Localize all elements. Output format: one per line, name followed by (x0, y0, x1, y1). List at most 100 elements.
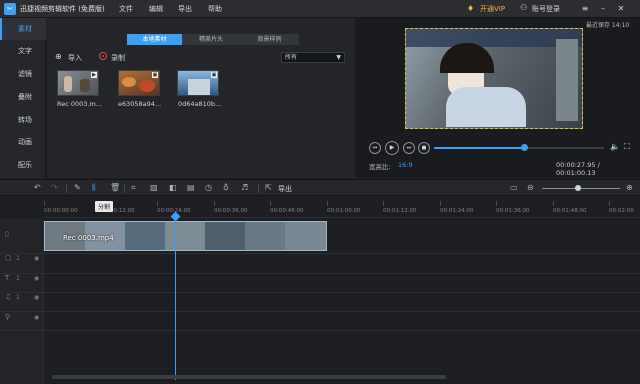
thumbnail-dish (139, 80, 155, 92)
clip-frame (205, 222, 245, 250)
sidebar-item-material[interactable]: 素材 (0, 18, 46, 40)
clip-frame (125, 222, 165, 250)
ruler-tick (157, 201, 158, 206)
record-icon[interactable] (99, 52, 107, 60)
chevron-down-icon: ▼ (336, 54, 341, 61)
zoom-in-icon[interactable]: ⊕ (626, 183, 633, 192)
ruler-tick (327, 201, 328, 206)
zoom-slider[interactable] (542, 185, 620, 191)
edit-toolbar: ↶ ↷ ✎ ⫼ 🗑 ⌗ ▨ ◧ ▤ ◷ ♁ ♬ ⇱ 导出 ▭ ⊖ ⊕ (0, 179, 640, 196)
track-divider (0, 273, 640, 274)
split-icon[interactable]: ⫼ (92, 183, 96, 193)
filter-value: 所有 (285, 54, 298, 61)
speaker-icon[interactable]: ◉ (34, 294, 39, 301)
media-thumbnail-food[interactable]: ▣ (118, 70, 160, 96)
next-frame-button[interactable]: ⏭ (403, 142, 415, 154)
ruler-tick (440, 201, 441, 206)
sidebar-item-overlay[interactable]: 叠附 (0, 86, 46, 108)
picture-track-icon: ▢ (5, 254, 12, 262)
undo-icon[interactable]: ↶ (34, 183, 41, 192)
login-button[interactable]: 账号登录 (532, 4, 560, 14)
track-header-column: ▯ ▢ 1 ◉ T 1 ◉ ♫ 1 ◉ ⚲ ◉ (0, 219, 44, 384)
timeline: 00:00:00.00 00:00:12.00 00:00:24.00 00:0… (0, 197, 640, 384)
music-icon[interactable]: ♬ (241, 183, 248, 192)
stop-button[interactable]: ■ (418, 142, 430, 154)
tab-local-material[interactable]: 本地素材 (127, 34, 182, 45)
export-icon[interactable]: ⇱ (265, 183, 272, 192)
record-button[interactable]: 录制 (111, 53, 125, 63)
music-track-icon: ♫ (5, 293, 12, 301)
thumbnail-label: e63058a94... (118, 100, 162, 108)
duration-icon[interactable]: ◷ (205, 183, 212, 192)
speaker-icon[interactable]: ◉ (34, 314, 39, 321)
sidebar-item-text[interactable]: 文字 (0, 40, 46, 62)
media-thumbnail-rec[interactable]: ▶ (57, 70, 99, 96)
track-divider (0, 292, 640, 293)
media-thumbnail-building[interactable]: ▣ (177, 70, 219, 96)
redo-icon[interactable]: ↷ (51, 183, 58, 192)
tab-background-samples[interactable]: 背景样例 (240, 34, 299, 45)
aspect-ratio-value[interactable]: 16:9 (398, 161, 413, 169)
progress-fill (434, 147, 525, 149)
zoom-out-icon[interactable]: ⊖ (527, 183, 534, 192)
close-icon[interactable]: ✕ (614, 3, 628, 15)
track-number: 1 (16, 255, 20, 262)
playback-progress[interactable] (434, 144, 604, 151)
video-clip[interactable]: Rec 0003.mp4 (44, 221, 327, 251)
sidebar-item-transition[interactable]: 转场 (0, 109, 46, 131)
export-button[interactable]: 导出 (278, 184, 292, 194)
fullscreen-icon[interactable]: ⛶ (624, 142, 630, 152)
zoom-handle[interactable] (574, 185, 581, 191)
timeline-ruler[interactable]: 00:00:00.00 00:00:12.00 00:00:24.00 00:0… (44, 197, 640, 218)
import-button[interactable]: 导入 (68, 53, 82, 63)
volume-icon[interactable]: 🔈 (610, 142, 620, 151)
video-person-shirt (446, 87, 526, 127)
image-badge-icon: ▣ (152, 72, 158, 78)
edit-icon[interactable]: ✎ (74, 183, 81, 192)
playhead[interactable] (175, 216, 176, 380)
speed-icon[interactable]: ▤ (187, 183, 195, 192)
ruler-label: 00:01:12.00 (383, 208, 417, 214)
menu-edit[interactable]: 编辑 (149, 4, 163, 14)
thumbnail-label: Rec 0003.m... (57, 100, 103, 108)
ruler-label: 00:01:00.00 (327, 208, 361, 214)
menu-export[interactable]: 导出 (178, 4, 192, 14)
app-window: ✂ 迅捷视频剪辑软件 (免费版) 文件 编辑 导出 帮助 ♦ 开通VIP ⚇ 账… (0, 0, 640, 384)
menu-file[interactable]: 文件 (119, 4, 133, 14)
mosaic-icon[interactable]: ▨ (150, 183, 158, 192)
sidebar-item-music[interactable]: 配乐 (0, 154, 46, 176)
minimize-icon[interactable]: – (596, 3, 610, 15)
timeline-scrollbar[interactable] (52, 375, 446, 379)
thumbnail-dish (122, 77, 136, 87)
thumbnail-building (188, 79, 210, 95)
app-logo-icon: ✂ (4, 3, 16, 15)
ruler-tick (214, 201, 215, 206)
microphone-icon[interactable]: ♁ (223, 183, 229, 192)
menu-help[interactable]: 帮助 (208, 4, 222, 14)
filter-select[interactable]: 所有 ▼ (281, 52, 345, 63)
eye-icon[interactable]: ◉ (34, 275, 39, 282)
image-badge-icon: ▣ (211, 72, 217, 78)
menu-icon[interactable]: ≡ (578, 3, 592, 15)
progress-handle[interactable] (521, 144, 529, 151)
fit-timeline-icon[interactable]: ▭ (510, 183, 518, 192)
autosave-status: 最近保存 14:10 (586, 22, 630, 29)
play-button[interactable]: ▶ (385, 141, 399, 155)
eye-icon[interactable]: ◉ (34, 255, 39, 262)
import-icon[interactable]: ⊕ (55, 52, 62, 61)
thumbnail-figure (80, 79, 90, 92)
sidebar-item-animation[interactable]: 动画 (0, 131, 46, 153)
crop-icon[interactable]: ⌗ (131, 183, 136, 193)
toolbar-divider (124, 184, 125, 193)
ruler-label: 00:00:48.00 (270, 208, 304, 214)
previous-frame-button[interactable]: ⏮ (369, 142, 381, 154)
tab-intro-clips[interactable]: 精美片头 (182, 34, 240, 45)
video-preview[interactable] (405, 28, 583, 129)
voice-track-icon: ⚲ (5, 313, 11, 321)
sidebar-item-filter[interactable]: 滤镜 (0, 63, 46, 85)
delete-icon[interactable]: 🗑 (110, 183, 120, 192)
vip-button[interactable]: 开通VIP (480, 4, 505, 14)
freeze-frame-icon[interactable]: ◧ (169, 183, 177, 192)
user-icon[interactable]: ⚇ (520, 3, 527, 12)
vip-diamond-icon[interactable]: ♦ (467, 4, 474, 13)
